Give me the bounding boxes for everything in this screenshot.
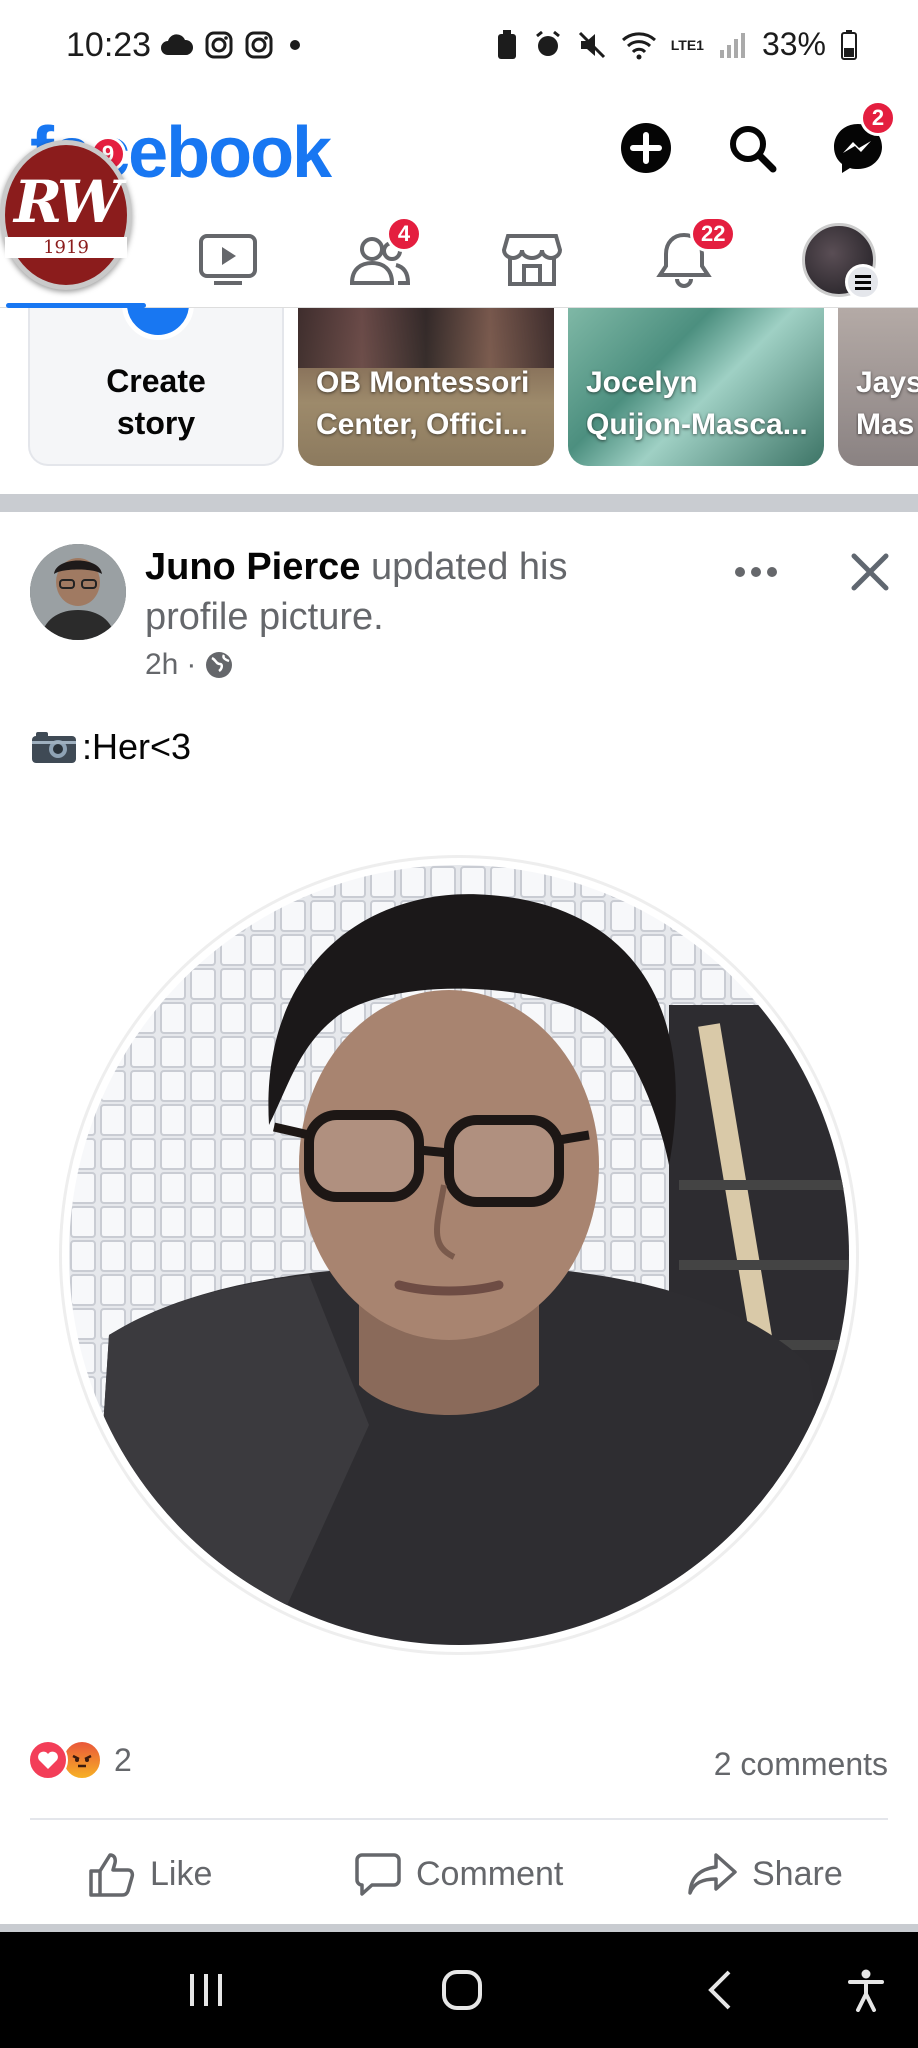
tab-notifications[interactable]: 22: [608, 212, 760, 308]
create-story-card[interactable]: Create story: [28, 308, 284, 466]
status-system-icons: LTE1 33%: [495, 26, 858, 63]
reactions-count: 2: [114, 1741, 132, 1778]
rw-monogram: RW: [13, 167, 122, 236]
home-button[interactable]: [432, 1960, 492, 2020]
notifications-badge: 22: [690, 216, 737, 252]
post-caption: :Her<3: [30, 726, 191, 768]
accessibility-button[interactable]: [836, 1960, 896, 2020]
recents-button[interactable]: [176, 1960, 236, 2020]
create-story-plus-icon: [122, 308, 194, 340]
love-reaction-icon: [28, 1740, 68, 1780]
messenger-button[interactable]: 2: [826, 100, 896, 180]
battery-saver-icon: [497, 29, 516, 59]
angry-reaction-icon: [62, 1740, 102, 1780]
story-name: OB Montessori Center, Offici...: [316, 366, 530, 441]
menu-avatar: [802, 223, 881, 300]
app-root: 10:23 LTE1 33% facebook 2 9 4 22 RW 1919…: [0, 0, 918, 2048]
plus-circle-icon: [621, 123, 671, 173]
network-label: LTE1: [670, 36, 704, 53]
battery-icon: [841, 29, 857, 60]
wifi-icon: [621, 31, 656, 59]
create-button[interactable]: [614, 116, 678, 180]
rw-year: 1919: [5, 236, 127, 258]
back-button[interactable]: [690, 1960, 750, 2020]
share-button[interactable]: Share: [688, 1842, 843, 1906]
story-thumbnail: [298, 308, 554, 368]
story-card[interactable]: OB Montessori Center, Offici...: [298, 308, 554, 466]
story-name: Jays Mas: [856, 366, 918, 441]
recents-icon: [190, 1974, 222, 2006]
home-icon: [442, 1970, 482, 2010]
comments-count[interactable]: 2 comments: [714, 1746, 888, 1783]
comment-button[interactable]: Comment: [354, 1842, 563, 1906]
profile-photo-frame[interactable]: [62, 858, 856, 1652]
search-button[interactable]: [720, 116, 784, 180]
post-time[interactable]: 2h: [145, 648, 178, 682]
like-label: Like: [150, 1854, 213, 1893]
cloud-icon: [161, 34, 194, 55]
reaction-summary[interactable]: 2: [28, 1740, 132, 1780]
profile-photo: [69, 865, 849, 1645]
mute-icon: [578, 31, 605, 58]
like-button[interactable]: Like: [88, 1842, 212, 1906]
android-nav-bar: [0, 1932, 918, 2048]
tab-video[interactable]: [152, 212, 304, 308]
hide-post-button[interactable]: [844, 542, 896, 602]
camera-icon: [32, 732, 76, 763]
caption-text: :Her<3: [82, 726, 192, 767]
post-title: Juno Pierce updated his profile picture.: [145, 542, 665, 642]
status-time: 10:23: [66, 26, 152, 64]
search-icon: [730, 126, 777, 173]
post-meta: 2h ·: [145, 648, 234, 682]
comment-icon: [355, 1853, 401, 1896]
dot-icon: [290, 40, 300, 50]
author-name[interactable]: Juno Pierce: [145, 546, 360, 588]
instagram-icon: [205, 31, 233, 59]
hamburger-icon: [845, 264, 881, 300]
tab-bar: 9 4 22: [0, 136, 918, 308]
story-card[interactable]: Jays Mas: [838, 308, 918, 466]
back-icon: [708, 1970, 731, 2010]
messenger-badge: 2: [860, 100, 896, 136]
comment-label: Comment: [416, 1854, 564, 1893]
profile-photo-image: [69, 865, 849, 1645]
like-icon: [89, 1853, 135, 1897]
signal-icon: [719, 32, 745, 58]
alarm-icon: [535, 30, 560, 56]
more-icon: [735, 567, 777, 577]
video-icon: [199, 234, 257, 285]
rw-overlay-logo: RW 1919: [0, 140, 132, 290]
bottom-divider: [0, 1924, 918, 1932]
accessibility-icon: [848, 1969, 884, 2012]
globe-icon: [206, 652, 233, 678]
status-bar: 10:23 LTE1 33%: [0, 0, 918, 92]
more-options-button[interactable]: [730, 552, 782, 592]
avatar-image: [30, 544, 126, 640]
instagram-icon: [245, 31, 273, 59]
stories-tray: Create story OB Montessori Center, Offic…: [0, 308, 918, 496]
friends-badge: 4: [386, 216, 422, 252]
create-story-label: Create story: [106, 363, 206, 441]
post-header: Juno Pierce updated his profile picture.…: [0, 512, 918, 692]
tab-friends[interactable]: 4: [304, 212, 456, 308]
actions-divider: [30, 1818, 888, 1820]
marketplace-icon: [502, 234, 562, 286]
status-notification-icons: [160, 30, 306, 60]
share-label: Share: [752, 1854, 843, 1893]
story-name: Jocelyn Quijon-Masca...: [586, 366, 808, 441]
share-icon: [688, 1853, 737, 1895]
tab-marketplace[interactable]: [456, 212, 608, 308]
tab-menu[interactable]: [760, 212, 918, 308]
meta-separator: ·: [186, 648, 197, 681]
story-card[interactable]: Jocelyn Quijon-Masca...: [568, 308, 824, 466]
battery-percent: 33%: [761, 26, 826, 62]
app-header: facebook 2: [0, 92, 918, 212]
close-icon: [851, 553, 889, 591]
author-avatar[interactable]: [30, 544, 126, 640]
feed-divider: [0, 494, 918, 512]
